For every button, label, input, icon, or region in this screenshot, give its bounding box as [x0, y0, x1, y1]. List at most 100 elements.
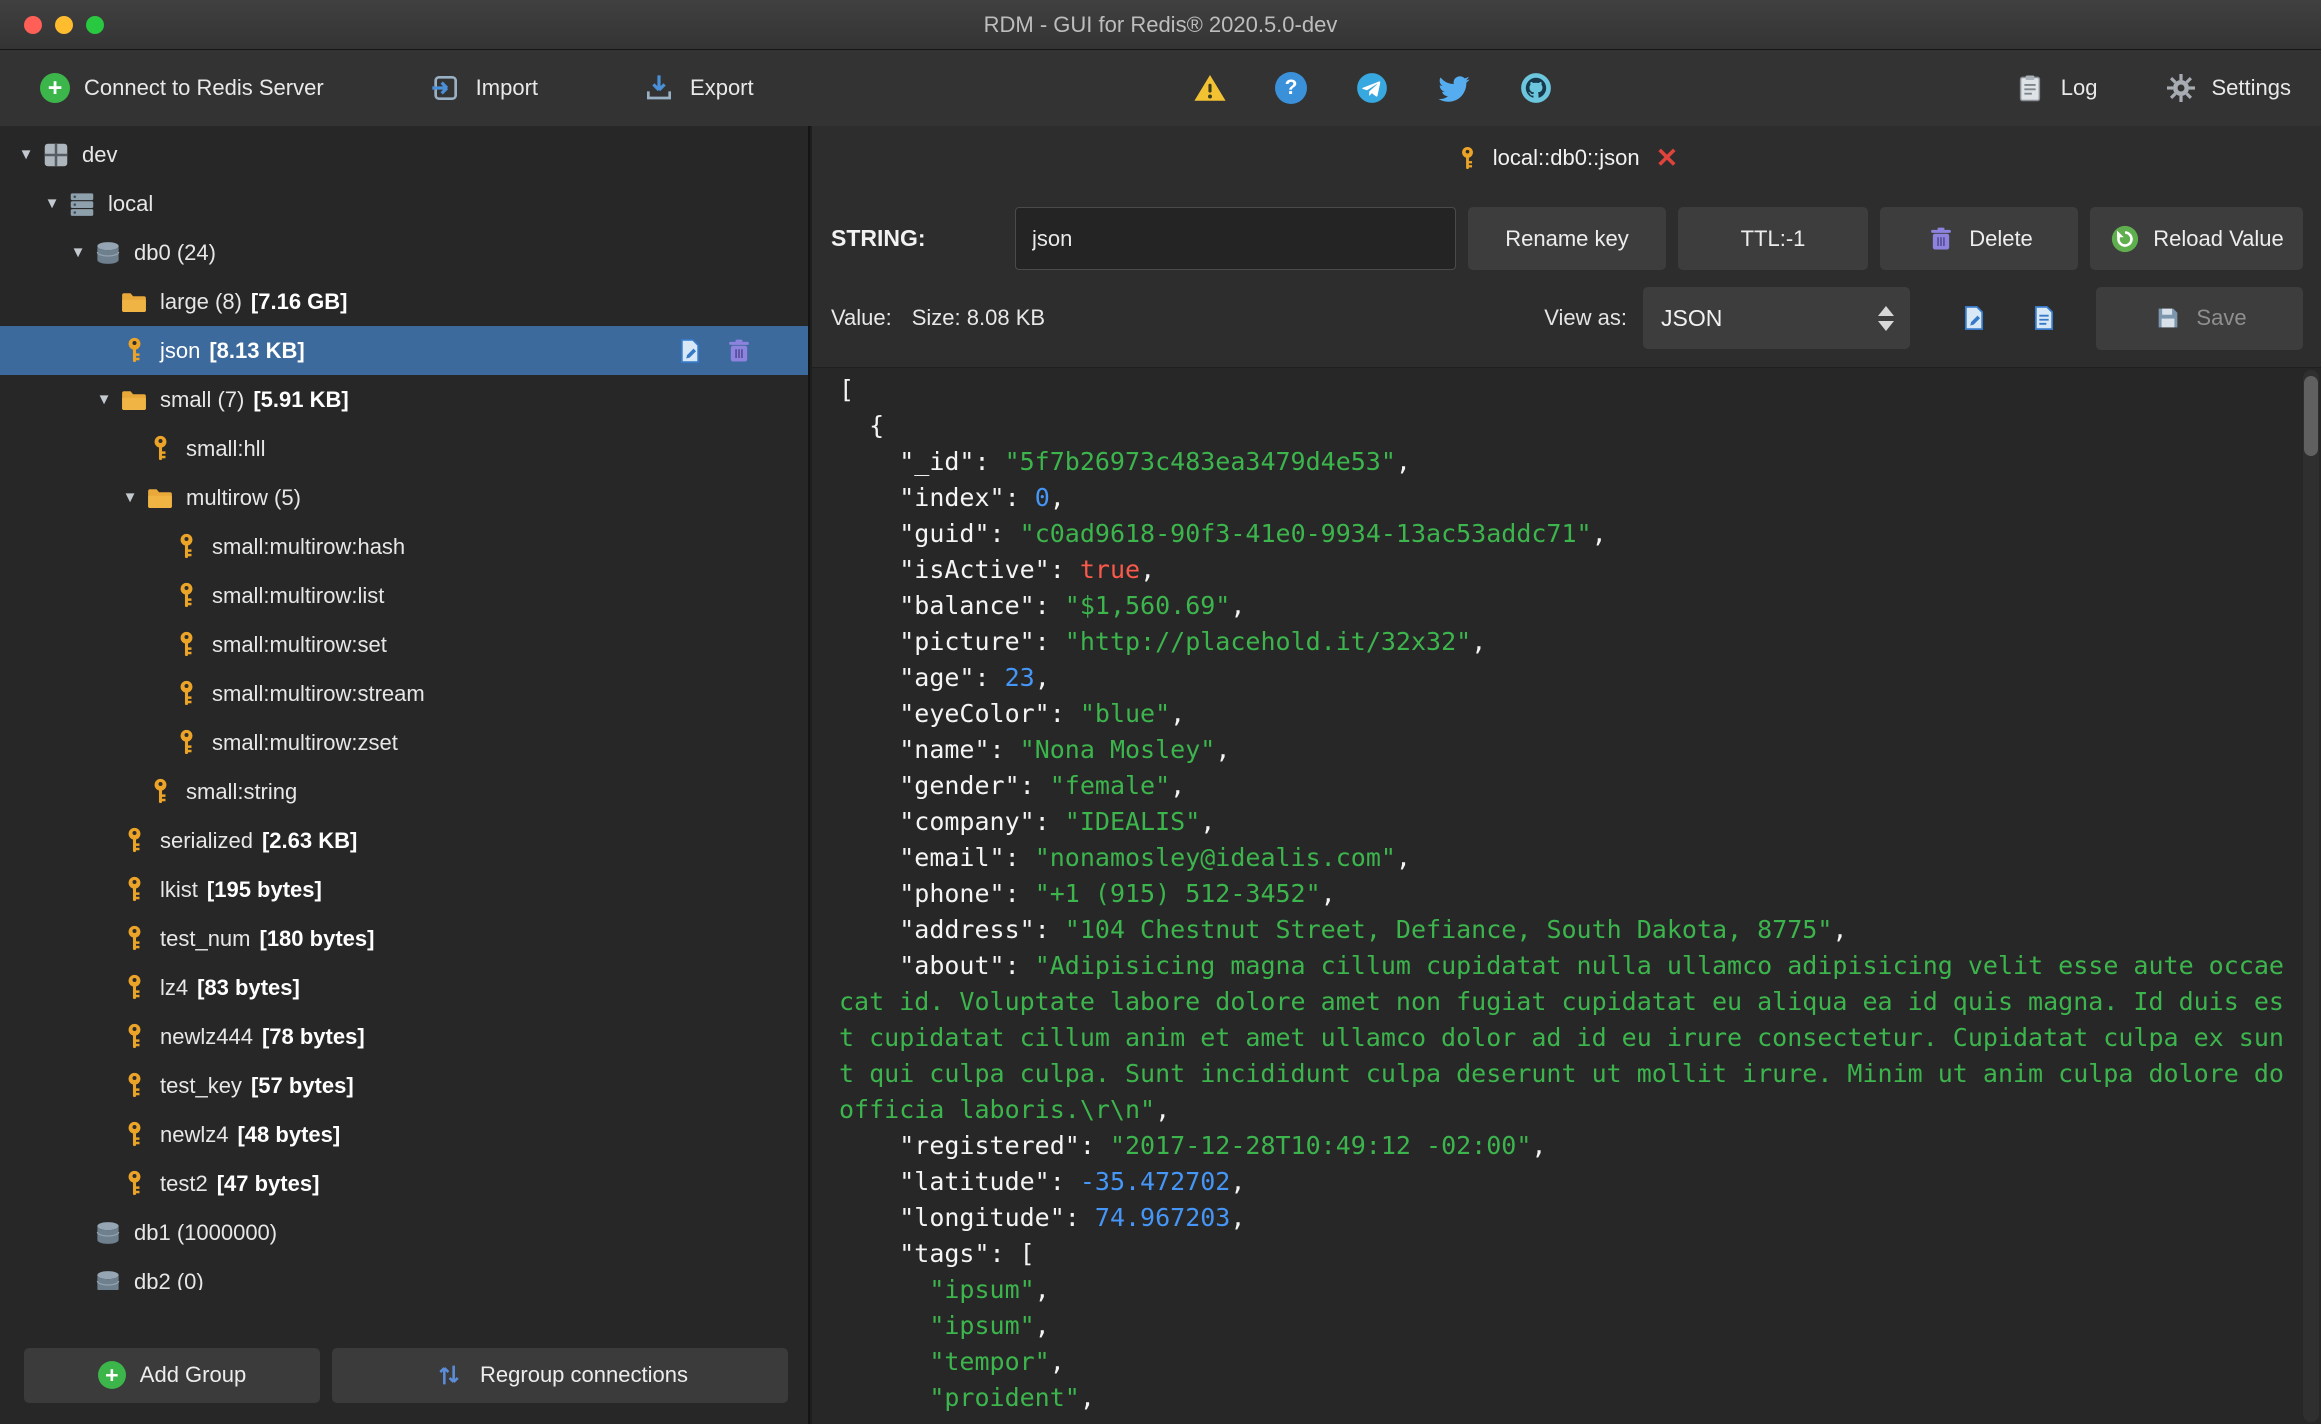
code-line: "address": "104 Chestnut Street, Defianc…: [839, 915, 1848, 944]
tree-item-newlz444[interactable]: newlz444 [78 bytes]: [0, 1012, 808, 1061]
view-as-value: JSON: [1661, 304, 1723, 331]
tree-item-newlz4[interactable]: newlz4 [48 bytes]: [0, 1110, 808, 1159]
folder-icon: [117, 286, 151, 318]
tree-item-label: small (7): [160, 386, 245, 412]
edit-value-icon[interactable]: [1958, 302, 1990, 334]
expander-icon[interactable]: ▼: [39, 195, 65, 212]
key-icon: [169, 531, 203, 563]
tree-item-small-multirow-set[interactable]: small:multirow:set: [0, 620, 808, 669]
expander-icon[interactable]: ▼: [65, 244, 91, 261]
close-tab-icon[interactable]: ✕: [1656, 144, 1679, 172]
tree-item-size: [2.63 KB]: [261, 827, 358, 853]
code-line: "age": 23,: [839, 663, 1050, 692]
code-line: "isActive": true,: [839, 555, 1156, 584]
settings-button[interactable]: Settings: [2164, 71, 2291, 105]
tree-item-small-string[interactable]: small:string: [0, 767, 808, 816]
value-label: Value:: [831, 305, 892, 330]
db-icon: [91, 1266, 125, 1290]
value-viewer[interactable]: [ { "_id": "5f7b26973c483ea3479d4e53", "…: [812, 367, 2321, 1424]
tree-item-local[interactable]: ▼ local: [0, 179, 808, 228]
add-group-button[interactable]: + Add Group: [24, 1347, 320, 1403]
help-icon[interactable]: ?: [1275, 72, 1307, 104]
code-line: "tags": [: [839, 1239, 1035, 1268]
regroup-connections-button[interactable]: Regroup connections: [332, 1347, 788, 1403]
db-icon: [91, 237, 125, 269]
code-line: "longitude": 74.967203,: [839, 1203, 1246, 1232]
reload-value-button[interactable]: Reload Value: [2090, 207, 2303, 270]
tree-item-size: [180 bytes]: [259, 925, 375, 951]
key-icon: [169, 727, 203, 759]
export-button[interactable]: Export: [642, 71, 754, 105]
scrollbar-thumb[interactable]: [2304, 376, 2318, 456]
github-icon[interactable]: [1519, 71, 1553, 105]
tree-item-db0[interactable]: ▼ db0 (24): [0, 228, 808, 277]
server-icon: [39, 139, 73, 171]
tree-item-small-multirow-zset[interactable]: small:multirow:zset: [0, 718, 808, 767]
tree-item-large[interactable]: large (8) [7.16 GB]: [0, 277, 808, 326]
tree-item-label: serialized: [160, 827, 253, 853]
warning-icon[interactable]: [1193, 71, 1227, 105]
expander-icon[interactable]: ▼: [91, 391, 117, 408]
tree-item-lkist[interactable]: lkist [195 bytes]: [0, 865, 808, 914]
open-value-icon[interactable]: [2028, 302, 2060, 334]
tab-local-db0-json[interactable]: local::db0::json ✕: [1455, 143, 1678, 173]
zoom-window-button[interactable]: [86, 15, 104, 34]
tree-item-test-key[interactable]: test_key [57 bytes]: [0, 1061, 808, 1110]
tree-item-label: db1 (1000000): [134, 1219, 278, 1245]
key-icon: [117, 1021, 151, 1053]
tree-item-serialized[interactable]: serialized [2.63 KB]: [0, 816, 808, 865]
import-button[interactable]: Import: [428, 71, 538, 105]
scrollbar[interactable]: [2303, 370, 2319, 1422]
close-window-button[interactable]: [24, 15, 42, 34]
tree-item-dev[interactable]: ▼ dev: [0, 130, 808, 179]
connect-to-redis-server-button[interactable]: + Connect to Redis Server: [40, 73, 324, 103]
save-button[interactable]: Save: [2096, 286, 2303, 350]
tree-item-label: dev: [82, 141, 118, 167]
code-line: "gender": "female",: [839, 771, 1186, 800]
tree-item-lz4[interactable]: lz4 [83 bytes]: [0, 963, 808, 1012]
log-button[interactable]: Log: [2013, 71, 2098, 105]
telegram-icon[interactable]: [1355, 71, 1389, 105]
code-line: "balance": "$1,560.69",: [839, 591, 1246, 620]
folder-icon: [143, 482, 177, 514]
log-label: Log: [2060, 75, 2098, 100]
tree-item-small-hll[interactable]: small:hll: [0, 424, 808, 473]
delete-label: Delete: [1969, 225, 2033, 251]
twitter-icon[interactable]: [1437, 71, 1471, 105]
plus-icon: +: [40, 73, 70, 103]
key-icon: [117, 923, 151, 955]
delete-key-icon[interactable]: [725, 337, 753, 365]
tree-item-multirow[interactable]: ▼ multirow (5): [0, 473, 808, 522]
code-line: "guid": "c0ad9618-90f3-41e0-9934-13ac53a…: [839, 519, 1607, 548]
toolbar: + Connect to Redis Server Import Export …: [0, 50, 2321, 127]
tree-item-label: json: [160, 337, 201, 363]
view-as-dropdown[interactable]: JSON: [1643, 287, 1910, 349]
expander-icon[interactable]: ▼: [13, 146, 39, 163]
tree-item-small[interactable]: ▼ small (7) [5.91 KB]: [0, 375, 808, 424]
code-line: "phone": "+1 (915) 512-3452",: [839, 879, 1336, 908]
delete-key-button[interactable]: Delete: [1880, 207, 2078, 270]
expander-icon[interactable]: ▼: [117, 489, 143, 506]
key-name-input[interactable]: [1015, 207, 1456, 270]
tree-item-db1[interactable]: db1 (1000000): [0, 1208, 808, 1257]
tree-item-test-num[interactable]: test_num [180 bytes]: [0, 914, 808, 963]
ttl-button[interactable]: TTL:-1: [1678, 207, 1868, 270]
tree-item-test2[interactable]: test2 [47 bytes]: [0, 1159, 808, 1208]
edit-key-icon[interactable]: [676, 337, 704, 365]
code-line: "ipsum",: [929, 1311, 1050, 1340]
tree-item-db2[interactable]: db2 (0): [0, 1257, 808, 1290]
sidebar-footer: + Add Group Regroup connections: [0, 1326, 808, 1424]
export-icon: [642, 71, 676, 105]
tree-item-small-multirow-hash[interactable]: small:multirow:hash: [0, 522, 808, 571]
code-line: "eyeColor": "blue",: [839, 699, 1186, 728]
tree-item-small-multirow-stream[interactable]: small:multirow:stream: [0, 669, 808, 718]
key-icon: [143, 433, 177, 465]
sidebar: ▼ dev ▼ local ▼ db0 (24) large (8) [7.16 GB] jso…: [0, 126, 810, 1424]
key-toolbar: STRING: Rename key TTL:-1 Delete Reload …: [812, 207, 2321, 270]
minimize-window-button[interactable]: [55, 15, 73, 34]
code-line: "proident",: [929, 1383, 1095, 1412]
rename-key-button[interactable]: Rename key: [1468, 207, 1666, 270]
tree-item-json[interactable]: json [8.13 KB]: [0, 326, 808, 375]
tree-item-small-multirow-list[interactable]: small:multirow:list: [0, 571, 808, 620]
code-line: "index": 0,: [839, 483, 1065, 512]
